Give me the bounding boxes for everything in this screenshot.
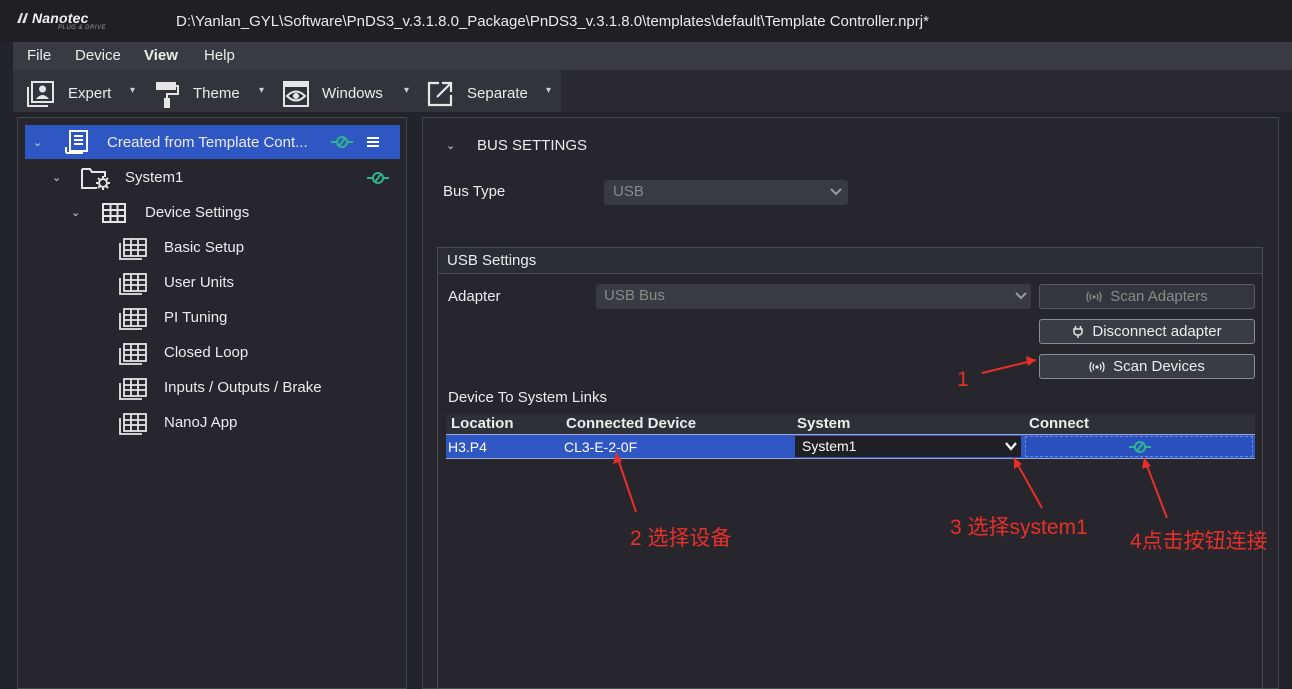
annotation-step-2: 2 选择设备 — [630, 527, 732, 550]
annotation-step-3: 3 选择system1 — [950, 516, 1088, 539]
annotation-step-4: 4点击按钮连接 — [1130, 530, 1268, 553]
annotation-arrows — [613, 356, 1168, 519]
annotation-step-1: 1 — [957, 368, 969, 391]
